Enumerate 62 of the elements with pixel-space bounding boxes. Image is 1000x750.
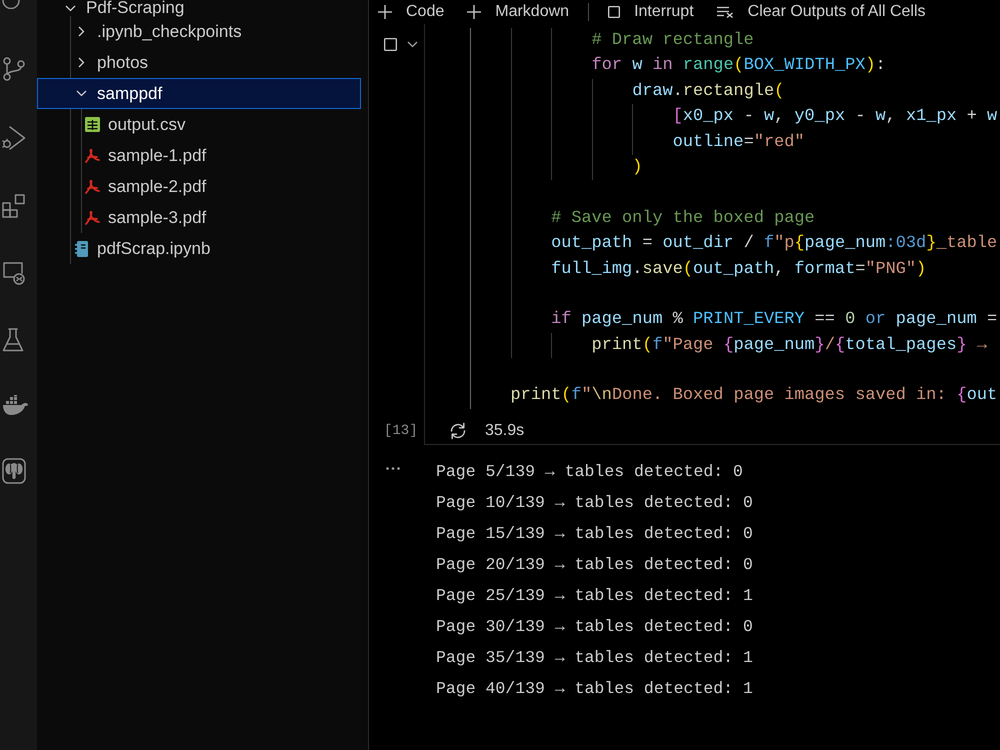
chevron-right-icon[interactable] — [78, 26, 84, 37]
tree-item[interactable]: .ipynb_checkpoints — [37, 16, 361, 47]
code-line: # Draw rectangle — [592, 31, 754, 50]
output-line: Page 10/139 → tables detected: 0 — [436, 492, 753, 514]
add-cell-button[interactable]: Code — [378, 3, 444, 21]
pdf-icon — [84, 148, 100, 162]
interrupt-button[interactable]: Interrupt — [608, 3, 694, 21]
chevron-down-icon[interactable] — [64, 4, 76, 12]
add-cell-button[interactable]: Markdown — [467, 3, 570, 21]
pdf-icon — [84, 210, 100, 224]
pdf-icon — [84, 180, 100, 194]
run-debug-icon[interactable] — [2, 125, 26, 151]
whale-icon[interactable] — [2, 395, 28, 415]
output-line: Page 30/139 → tables detected: 0 — [436, 616, 753, 638]
ellipsis-icon[interactable] — [386, 466, 400, 470]
flask-icon[interactable] — [2, 328, 24, 352]
tree-item[interactable]: photos — [37, 47, 361, 78]
code-line: if page_num % PRINT_EVERY == 0 or page_num = — [551, 310, 998, 330]
execution-time: 35.9s — [485, 420, 524, 441]
code-line: out_path = out_dir / f"p{page_num:03d}_table — [551, 234, 998, 254]
code-line: for w in range(BOX_WIDTH_PX): — [592, 56, 886, 76]
output-line: Page 20/139 → tables detected: 0 — [436, 554, 753, 576]
plus-icon — [378, 5, 392, 19]
code-line: outline="red" — [672, 132, 805, 152]
code-line: draw.rectangle( — [632, 82, 784, 101]
chevron-down-icon[interactable] — [407, 41, 418, 48]
chevron-right-icon[interactable] — [78, 57, 84, 68]
square-icon — [608, 6, 620, 18]
spreadsheet-icon — [84, 117, 100, 132]
elephant-icon[interactable] — [2, 458, 26, 484]
output-line: Page 15/139 → tables detected: 0 — [436, 522, 753, 545]
tree-item[interactable]: pdfScrap.ipynb — [37, 233, 361, 264]
code-line: full_img.save(out_path, format="PNG") — [551, 260, 926, 279]
code-line: # Save only the boxed page — [551, 208, 815, 228]
tree-item[interactable]: sample-2.pdf — [37, 171, 361, 202]
tree-item[interactable]: Pdf-Scraping — [37, 0, 361, 16]
notebook-icon — [74, 240, 88, 256]
code-line: [x0_px - w, y0_px - w, x1_px + w — [672, 107, 998, 126]
code-line: print(f"Page {page_num}/{total_pages} → — [592, 336, 988, 355]
chevron-down-icon[interactable] — [76, 90, 86, 97]
branch-icon[interactable] — [2, 56, 26, 82]
tree-item[interactable]: samppdf — [37, 78, 361, 109]
output-line: Page 5/139 → tables detected: 0 — [436, 460, 743, 483]
clear-list-icon — [716, 6, 734, 18]
output-line: Page 40/139 → tables detected: 1 — [436, 678, 753, 700]
output-line: Page 35/139 → tables detected: 1 — [436, 646, 753, 669]
ring-icon[interactable] — [2, 0, 20, 9]
tree-item[interactable]: output.csv — [37, 109, 361, 140]
clear-outputs-button[interactable]: Clear Outputs of All Cells — [716, 3, 926, 21]
output-line: Page 25/139 → tables detected: 1 — [436, 584, 753, 607]
tree-item[interactable]: sample-1.pdf — [37, 140, 361, 171]
square-icon[interactable] — [384, 38, 397, 51]
plus-icon — [467, 5, 482, 19]
tree-item[interactable]: sample-3.pdf — [37, 202, 361, 233]
indent-guide — [551, 332, 552, 358]
refresh-icon — [449, 422, 467, 440]
indent-guide — [632, 104, 634, 155]
code-line: ) — [632, 158, 642, 177]
execution-count: [13] — [383, 422, 418, 441]
monitor-icon[interactable] — [2, 261, 26, 285]
extensions-icon[interactable] — [2, 194, 26, 218]
code-line: print(f"\nDone. Boxed page images saved in: {out — [510, 386, 998, 406]
